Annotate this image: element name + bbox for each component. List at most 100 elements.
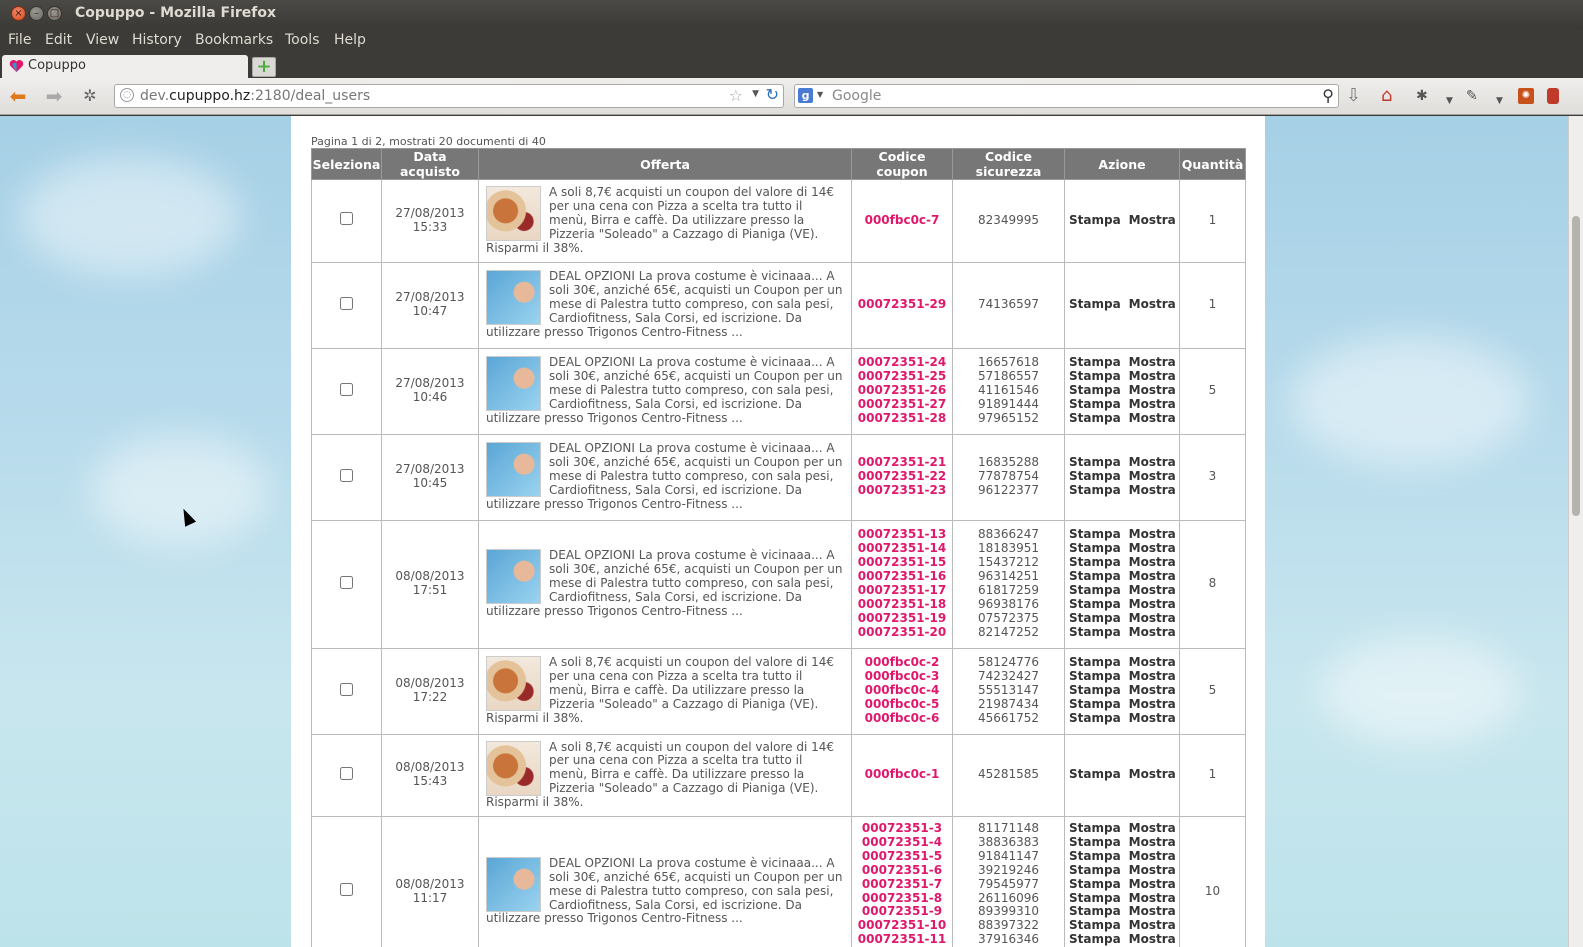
site-identity-icon[interactable]: ◌ (120, 88, 134, 102)
coupon-code-link[interactable]: 00072351-6 (852, 863, 952, 878)
show-link[interactable]: Mostra (1129, 455, 1176, 469)
menu-edit[interactable]: Edit (45, 32, 72, 48)
print-link[interactable]: Stampa (1069, 527, 1121, 542)
coupon-code-link[interactable]: 00072351-26 (852, 383, 952, 398)
coupon-code-link[interactable]: 00072351-21 (852, 455, 952, 470)
show-link[interactable]: Mostra (1129, 835, 1176, 849)
print-link[interactable]: Stampa (1069, 411, 1121, 425)
print-link[interactable]: Stampa (1069, 297, 1121, 311)
extension-dropdown-icon[interactable]: ▼ (1496, 91, 1503, 111)
show-link[interactable]: Mostra (1129, 625, 1176, 639)
menu-tools[interactable]: Tools (285, 32, 320, 48)
coupon-code-link[interactable]: 00072351-27 (852, 397, 952, 412)
col-seleziona[interactable]: Seleziona (311, 148, 382, 180)
show-link[interactable]: Mostra (1129, 918, 1176, 932)
show-link[interactable]: Mostra (1129, 683, 1176, 697)
col-codice-sicurezza[interactable]: Codice sicurezza (952, 148, 1065, 180)
coupon-code-link[interactable]: 00072351-5 (852, 849, 952, 864)
print-link[interactable]: Stampa (1069, 583, 1121, 597)
menu-bookmarks[interactable]: Bookmarks (195, 32, 273, 48)
coupon-code-link[interactable]: 000fbc0c-2 (852, 655, 952, 670)
show-link[interactable]: Mostra (1129, 877, 1176, 891)
coupon-code-link[interactable]: 00072351-3 (852, 821, 952, 836)
show-link[interactable]: Mostra (1129, 555, 1176, 569)
extension-red-icon[interactable] (1547, 88, 1559, 104)
fitness-deal-thumbnail[interactable] (486, 549, 541, 605)
print-link[interactable]: Stampa (1069, 625, 1121, 639)
col-quantita[interactable]: Quantità (1179, 148, 1246, 180)
coupon-code-link[interactable]: 00072351-29 (852, 297, 952, 312)
show-link[interactable]: Mostra (1129, 863, 1176, 877)
coupon-code-link[interactable]: 00072351-19 (852, 611, 952, 626)
coupon-code-link[interactable]: 00072351-22 (852, 469, 952, 484)
print-link[interactable]: Stampa (1069, 483, 1121, 497)
coupon-code-link[interactable]: 00072351-7 (852, 877, 952, 892)
print-link[interactable]: Stampa (1069, 877, 1121, 891)
print-link[interactable]: Stampa (1069, 355, 1121, 369)
engine-dropdown-icon[interactable]: ▼ (817, 90, 823, 99)
print-link[interactable]: Stampa (1069, 835, 1121, 849)
row-select-checkbox[interactable] (340, 212, 353, 226)
show-link[interactable]: Mostra (1129, 397, 1176, 411)
print-link[interactable]: Stampa (1069, 597, 1121, 611)
search-input[interactable]: Google (832, 88, 881, 104)
print-link[interactable]: Stampa (1069, 711, 1121, 725)
row-select-checkbox[interactable] (340, 682, 353, 696)
print-link[interactable]: Stampa (1069, 669, 1121, 683)
row-select-checkbox[interactable] (340, 575, 353, 589)
show-link[interactable]: Mostra (1129, 469, 1176, 483)
print-link[interactable]: Stampa (1069, 767, 1121, 781)
coupon-code-link[interactable]: 00072351-24 (852, 355, 952, 370)
coupon-code-link[interactable]: 00072351-28 (852, 411, 952, 426)
home-icon[interactable]: ⌂ (1381, 86, 1392, 106)
menu-file[interactable]: File (8, 32, 31, 48)
coupon-code-link[interactable]: 000fbc0c-3 (852, 669, 952, 684)
print-link[interactable]: Stampa (1069, 397, 1121, 411)
extension-bug-icon[interactable]: ✱ (1416, 86, 1428, 106)
extension-dropdown-icon[interactable]: ▼ (1446, 91, 1453, 111)
print-link[interactable]: Stampa (1069, 455, 1121, 469)
new-tab-button[interactable]: + (252, 57, 276, 77)
forward-button[interactable]: ➡ (42, 84, 66, 108)
pizza-deal-thumbnail[interactable] (486, 740, 541, 796)
reload-icon[interactable]: ↻ (766, 85, 779, 104)
scrollbar-thumb[interactable] (1572, 216, 1580, 516)
tab-copuppo[interactable]: Copuppo (2, 55, 248, 78)
menu-history[interactable]: History (132, 32, 182, 48)
print-link[interactable]: Stampa (1069, 891, 1121, 905)
coupon-code-link[interactable]: 00072351-9 (852, 905, 952, 919)
print-link[interactable]: Stampa (1069, 213, 1121, 227)
minimize-window-button[interactable]: – (29, 6, 44, 21)
url-dropdown-icon[interactable]: ▼ (752, 89, 759, 99)
coupon-code-link[interactable]: 000fbc0c-7 (852, 213, 952, 228)
search-bar[interactable]: g ▼ Google ⚲ (794, 84, 1339, 108)
show-link[interactable]: Mostra (1129, 767, 1176, 781)
show-link[interactable]: Mostra (1129, 569, 1176, 583)
show-link[interactable]: Mostra (1129, 891, 1176, 905)
print-link[interactable]: Stampa (1069, 904, 1121, 919)
menu-help[interactable]: Help (334, 32, 366, 48)
coupon-code-link[interactable]: 000fbc0c-6 (852, 711, 952, 726)
show-link[interactable]: Mostra (1129, 669, 1176, 683)
print-link[interactable]: Stampa (1069, 863, 1121, 877)
show-link[interactable]: Mostra (1129, 904, 1176, 919)
url-text[interactable]: dev.cupuppo.hz:2180/deal_users (140, 88, 370, 104)
show-link[interactable]: Mostra (1129, 583, 1176, 597)
coupon-code-link[interactable]: 00072351-15 (852, 555, 952, 570)
print-link[interactable]: Stampa (1069, 821, 1121, 835)
print-link[interactable]: Stampa (1069, 849, 1121, 863)
maximize-window-button[interactable]: □ (47, 6, 62, 21)
print-link[interactable]: Stampa (1069, 383, 1121, 397)
coupon-code-link[interactable]: 00072351-20 (852, 625, 952, 640)
coupon-code-link[interactable]: 000fbc0c-4 (852, 683, 952, 698)
print-link[interactable]: Stampa (1069, 469, 1121, 483)
coupon-code-link[interactable]: 00072351-11 (852, 932, 952, 947)
downloads-icon[interactable]: ⇩ (1346, 86, 1361, 106)
coupon-code-link[interactable]: 00072351-16 (852, 569, 952, 584)
pizza-deal-thumbnail[interactable] (486, 656, 541, 712)
col-codice-coupon[interactable]: Codice coupon (851, 148, 953, 180)
coupon-code-link[interactable]: 00072351-14 (852, 541, 952, 556)
google-engine-icon[interactable]: g (798, 88, 813, 103)
close-window-button[interactable]: × (11, 6, 26, 21)
show-link[interactable]: Mostra (1129, 821, 1176, 835)
